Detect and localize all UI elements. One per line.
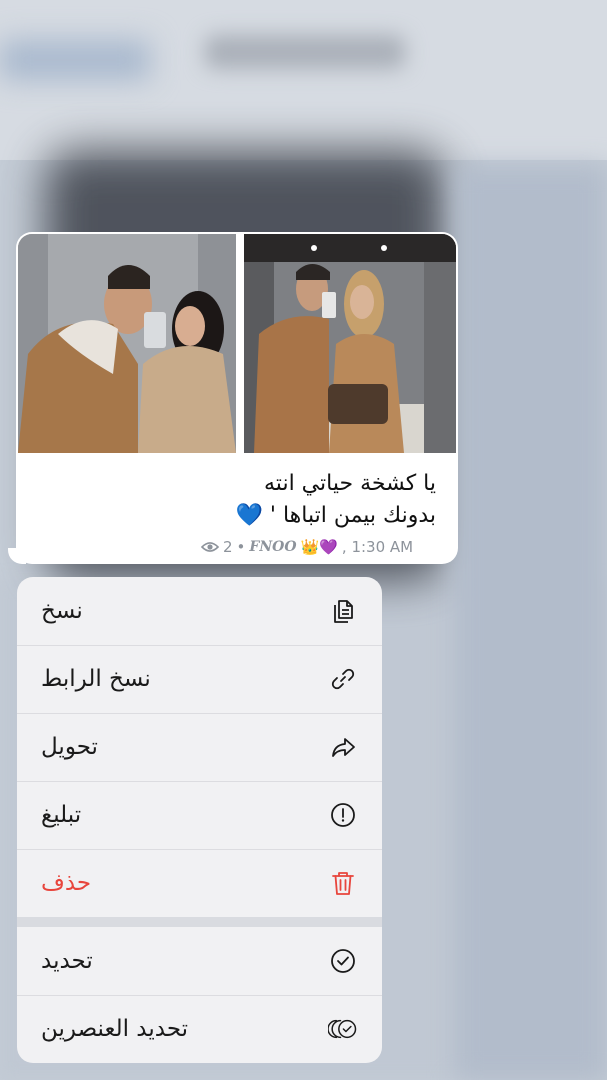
signature-emojis: 👑💜 <box>300 538 338 556</box>
message-photo-2[interactable] <box>244 234 456 453</box>
blurred-side <box>455 165 607 1080</box>
meta-dot: • <box>236 538 246 556</box>
views-count: 2 <box>223 538 233 556</box>
select-check-icon <box>328 946 358 976</box>
menu-item-delete[interactable]: حذف <box>17 849 382 917</box>
menu-item-delete-label: حذف <box>41 870 92 896</box>
menu-item-report[interactable]: تبليغ <box>17 781 382 849</box>
blurred-chat-title <box>205 35 405 69</box>
menu-item-select[interactable]: تحديد <box>17 927 382 995</box>
menu-item-copy-link-label: نسخ الرابط <box>41 666 151 692</box>
menu-item-select-both[interactable]: تحديد العنصرين <box>17 995 382 1063</box>
message-text-line-1: يا كشخة حياتي انته <box>264 471 436 496</box>
select-multiple-icon <box>328 1014 358 1044</box>
post-signature: FNOO <box>249 539 297 555</box>
message-time: , 1:30 AM <box>341 538 414 556</box>
link-icon <box>328 664 358 694</box>
blurred-back-button <box>0 40 150 80</box>
forward-icon <box>328 732 358 762</box>
menu-item-copy[interactable]: نسخ <box>17 577 382 645</box>
menu-item-copy-label: نسخ <box>41 598 83 624</box>
report-icon <box>328 800 358 830</box>
message-text-line-2: بدونك بيمن اتباها ' 💙 <box>235 503 436 528</box>
menu-item-select-both-label: تحديد العنصرين <box>41 1016 189 1042</box>
trash-icon <box>328 868 358 898</box>
message-bubble[interactable]: يا كشخة حياتي انته بدونك بيمن اتباها ' 💙… <box>16 232 458 564</box>
menu-item-forward-label: تحويل <box>41 734 98 760</box>
menu-item-report-label: تبليغ <box>41 802 82 828</box>
message-text: يا كشخة حياتي انته بدونك بيمن اتباها ' 💙 <box>36 468 436 532</box>
menu-item-forward[interactable]: تحويل <box>17 713 382 781</box>
menu-item-copy-link[interactable]: نسخ الرابط <box>17 645 382 713</box>
context-menu: نسخ نسخ الرابط تحويل تبليغ حذف تحديد تحد… <box>17 577 382 1063</box>
copy-icon <box>328 596 358 626</box>
blurred-header <box>0 0 607 160</box>
menu-group-separator <box>17 917 382 927</box>
menu-item-select-label: تحديد <box>41 948 93 974</box>
message-photo-1[interactable] <box>18 234 236 453</box>
message-meta: 2 • FNOO 👑💜 , 1:30 AM <box>201 537 451 557</box>
eye-icon <box>201 542 219 552</box>
